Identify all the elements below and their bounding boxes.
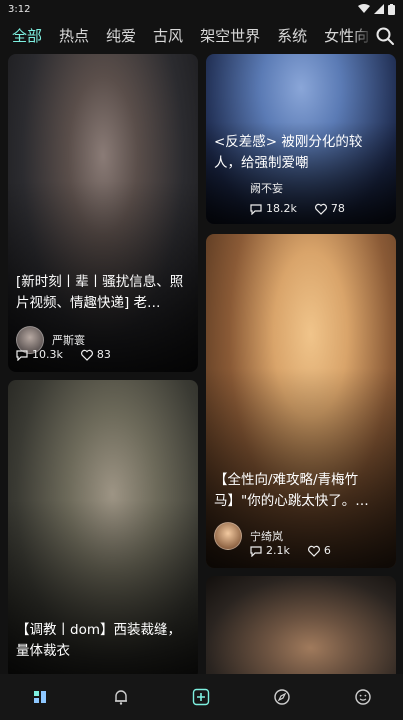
heart-icon [314, 203, 327, 215]
story-card[interactable]: <反差感> 被刚分化的较人，给强制爱嘲 阙不妄 18.2k 78 [206, 54, 396, 224]
tab-fantasy-world[interactable]: 架空世界 [200, 26, 260, 46]
story-card[interactable]: [新时刻丨辈丨骚扰信息、照片视频、情趣快递] 老… 严斯寰 10.3k 83 [8, 54, 198, 372]
card-title: 【全性向/难攻略/青梅竹马】"你的心跳太快了。… [214, 472, 369, 509]
comment-icon [250, 203, 262, 215]
card-title: <反差感> 被刚分化的较人，给强制爱嘲 [214, 134, 363, 171]
status-icons [358, 3, 395, 15]
compass-icon [274, 689, 290, 705]
tab-hot[interactable]: 热点 [59, 26, 89, 46]
home-icon [34, 691, 47, 703]
tab-ancient[interactable]: 古风 [153, 26, 183, 46]
app-screen: 3:12 全部 热点 纯爱 古风 架空世界 系统 女性向 [新时刻丨辈丨骚扰信息… [0, 0, 403, 720]
create-icon [193, 688, 210, 706]
search-icon[interactable] [375, 26, 395, 46]
nav-create[interactable] [181, 677, 221, 717]
heart-icon [307, 545, 320, 557]
nav-notifications[interactable] [101, 677, 141, 717]
bell-icon [114, 690, 127, 705]
tab-system[interactable]: 系统 [277, 26, 307, 46]
signal-icon [374, 4, 384, 14]
category-tabs: 全部 热点 纯爱 古风 架空世界 系统 女性向 [0, 18, 403, 54]
bottom-nav [0, 674, 403, 720]
status-time: 3:12 [8, 3, 31, 15]
card-stats: 10.3k 83 [16, 348, 111, 361]
tabs-fade [353, 18, 373, 54]
avatar [214, 522, 242, 550]
wifi-icon [358, 4, 370, 13]
card-image [206, 576, 396, 674]
nav-home[interactable] [20, 677, 60, 717]
nav-discover[interactable] [262, 677, 302, 717]
card-title: [新时刻丨辈丨骚扰信息、照片视频、情趣快递] 老… [16, 274, 184, 311]
heart-icon [80, 349, 93, 361]
nav-profile[interactable] [343, 677, 383, 717]
card-title: 【调教丨dom】西装裁缝，量体裁衣 [16, 622, 181, 659]
comment-icon [250, 545, 262, 557]
story-card[interactable]: 【全性向/难攻略/青梅竹马】"你的心跳太快了。… 宁绮岚 2.1k 6 [206, 234, 396, 568]
card-stats: 2.1k 6 [250, 544, 331, 557]
story-card[interactable]: 【调教丨dom】西装裁缝，量体裁衣 [8, 380, 198, 674]
card-stats: 18.2k 78 [250, 202, 345, 215]
status-bar: 3:12 [0, 0, 403, 18]
tab-pure-love[interactable]: 纯爱 [106, 26, 136, 46]
story-card[interactable] [206, 576, 396, 674]
comment-icon [16, 349, 28, 361]
battery-icon [388, 3, 395, 15]
tab-all[interactable]: 全部 [12, 26, 42, 46]
profile-icon [354, 689, 371, 705]
card-author: 阙不妄 [250, 182, 283, 195]
feed: [新时刻丨辈丨骚扰信息、照片视频、情趣快递] 老… 严斯寰 10.3k 83 <… [0, 54, 403, 674]
